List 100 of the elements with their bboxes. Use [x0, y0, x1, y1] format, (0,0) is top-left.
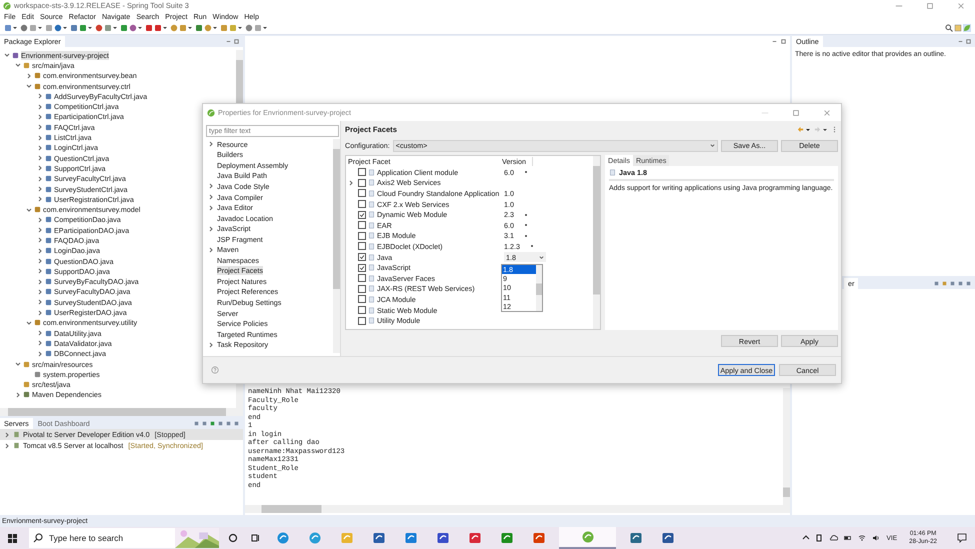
scrollbar[interactable] — [536, 265, 542, 311]
square-icon[interactable] — [79, 24, 87, 32]
task-view-icon[interactable] — [250, 533, 260, 543]
chevron-down-icon[interactable] — [15, 361, 21, 368]
chevron-right-icon[interactable] — [37, 237, 43, 244]
chevron-right-icon[interactable] — [37, 114, 43, 120]
chevron-right-icon[interactable] — [37, 278, 43, 285]
chevron-right-icon[interactable] — [37, 176, 43, 182]
chevron-right-icon[interactable] — [208, 141, 214, 148]
close-icon[interactable] — [957, 2, 965, 10]
checkbox[interactable] — [358, 253, 366, 262]
scrollbar[interactable] — [783, 388, 790, 505]
caret-icon[interactable] — [138, 26, 142, 30]
minimize-icon[interactable] — [957, 38, 964, 45]
square-icon[interactable] — [220, 24, 228, 32]
checkbox[interactable] — [358, 178, 366, 187]
square-icon[interactable] — [120, 24, 128, 32]
caret-icon[interactable] — [113, 26, 117, 30]
caret-icon[interactable] — [238, 26, 242, 30]
caret-icon[interactable] — [163, 26, 167, 30]
checkbox[interactable] — [358, 232, 366, 240]
checkbox[interactable] — [358, 306, 366, 314]
chevron-right-icon[interactable] — [37, 350, 43, 357]
chevron-right-icon[interactable] — [37, 330, 43, 336]
checkbox[interactable] — [358, 200, 366, 208]
chevron-right-icon[interactable] — [37, 134, 43, 141]
checkbox[interactable] — [358, 210, 366, 219]
circle-icon[interactable] — [228, 533, 238, 543]
checkbox[interactable] — [358, 221, 366, 230]
chevron-right-icon[interactable] — [37, 310, 43, 316]
scrollbar[interactable] — [245, 505, 790, 513]
square-icon[interactable] — [233, 420, 240, 427]
chevron-up-icon[interactable] — [802, 534, 810, 542]
maximize-icon[interactable] — [926, 2, 934, 10]
taskbar-app[interactable] — [559, 527, 616, 549]
device-icon[interactable] — [816, 534, 824, 542]
chevron-right-icon[interactable] — [37, 124, 43, 130]
close-icon[interactable] — [823, 108, 831, 116]
chevron-right-icon[interactable] — [37, 227, 43, 234]
maximize-icon[interactable] — [233, 38, 240, 45]
scrollbar[interactable] — [593, 156, 600, 329]
checkbox[interactable] — [358, 295, 366, 304]
square-icon[interactable] — [209, 420, 216, 427]
checkbox[interactable] — [358, 264, 366, 272]
chevron-right-icon[interactable] — [37, 299, 43, 306]
scrollbar[interactable] — [333, 139, 340, 353]
caret-icon[interactable] — [63, 26, 67, 30]
chevron-right-icon[interactable] — [37, 248, 43, 254]
checkbox[interactable] — [358, 168, 366, 176]
square-icon[interactable] — [933, 280, 940, 287]
caret-icon[interactable] — [188, 26, 192, 30]
caret-icon[interactable] — [806, 128, 810, 132]
chevron-down-icon[interactable] — [4, 52, 10, 58]
caret-icon[interactable] — [263, 26, 267, 30]
chevron-right-icon[interactable] — [348, 180, 354, 186]
minimize-icon[interactable] — [771, 38, 778, 45]
checkbox[interactable] — [358, 284, 366, 293]
square-icon[interactable] — [217, 420, 224, 427]
chevron-down-icon[interactable] — [26, 320, 32, 326]
scrollbar[interactable] — [0, 408, 243, 416]
chevron-right-icon[interactable] — [37, 144, 43, 151]
maximize-icon[interactable] — [965, 38, 972, 45]
notification-icon[interactable] — [957, 533, 967, 543]
checkbox[interactable] — [358, 189, 366, 198]
chevron-right-icon[interactable] — [37, 268, 43, 274]
caret-icon[interactable] — [38, 26, 42, 30]
chevron-right-icon[interactable] — [37, 93, 43, 100]
wifi-icon[interactable] — [858, 534, 866, 542]
chevron-right-icon[interactable] — [37, 196, 43, 202]
chevron-right-icon[interactable] — [208, 194, 214, 200]
help-icon[interactable] — [211, 366, 219, 374]
maximize-icon[interactable] — [792, 108, 800, 116]
chevron-down-icon[interactable] — [26, 206, 32, 213]
chevron-right-icon[interactable] — [37, 258, 43, 264]
chevron-down-icon[interactable] — [26, 83, 32, 90]
square-icon[interactable] — [957, 280, 964, 287]
battery-icon[interactable] — [844, 534, 852, 542]
search-field[interactable]: Type here to search — [47, 528, 175, 548]
square-icon[interactable] — [225, 420, 232, 427]
square-icon[interactable] — [154, 24, 162, 32]
caret-icon[interactable] — [13, 26, 17, 30]
chevron-right-icon[interactable] — [37, 155, 43, 162]
chevron-right-icon[interactable] — [208, 183, 214, 190]
chevron-right-icon[interactable] — [208, 342, 214, 348]
more-icon[interactable] — [831, 126, 838, 133]
square-icon[interactable] — [965, 280, 972, 287]
search-icon[interactable] — [945, 24, 953, 32]
chevron-down-icon[interactable] — [15, 62, 21, 68]
cloud-icon[interactable] — [830, 534, 838, 542]
checkbox[interactable] — [358, 242, 366, 250]
minimize-icon[interactable] — [225, 38, 232, 45]
checkbox[interactable] — [358, 316, 366, 325]
chevron-right-icon[interactable] — [37, 165, 43, 172]
chevron-right-icon[interactable] — [208, 246, 214, 253]
windows-icon[interactable] — [8, 534, 17, 542]
chevron-right-icon[interactable] — [37, 186, 43, 192]
square-icon[interactable] — [195, 24, 203, 32]
chevron-right-icon[interactable] — [4, 442, 10, 448]
square-icon[interactable] — [145, 24, 153, 32]
square-icon[interactable] — [201, 420, 208, 427]
